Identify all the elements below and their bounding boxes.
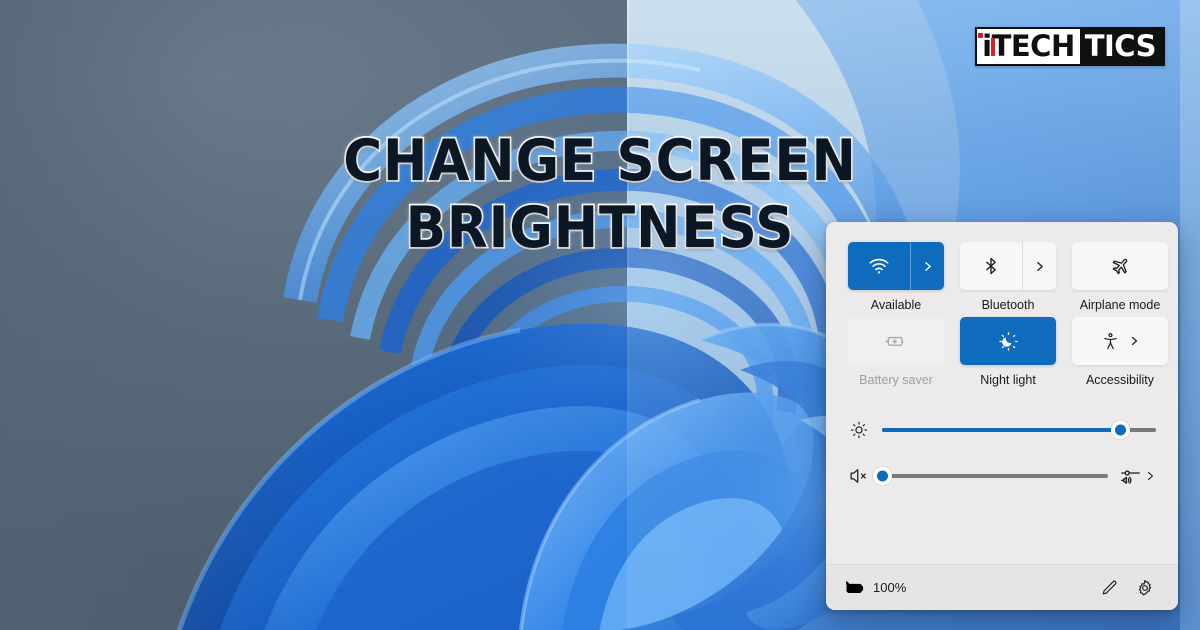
tile-cell-night-light: Night light: [960, 317, 1056, 387]
tile-bluetooth-expand[interactable]: [1022, 242, 1056, 290]
chevron-right-icon: [1131, 336, 1137, 346]
volume-mixer-control[interactable]: [1120, 466, 1156, 487]
brightness-slider-row: [848, 407, 1156, 453]
edit-quick-settings-button[interactable]: [1094, 573, 1124, 603]
tile-accessibility-main[interactable]: [1072, 317, 1168, 365]
itechtics-logo: iTECH TICS: [975, 27, 1165, 66]
tile-cell-bluetooth: Bluetooth: [960, 242, 1056, 312]
airplane-icon: [1112, 258, 1127, 274]
tile-label-battery-saver: Battery saver: [859, 373, 933, 387]
screenshot-canvas: CHANGE SCREEN BRIGHTNESS iTECH TICS Avai…: [0, 0, 1200, 630]
chevron-right-icon: [925, 261, 931, 271]
logo-accent-dot: [978, 33, 984, 38]
audio-mixer-icon: [1121, 469, 1140, 484]
tile-cell-wifi: Available: [848, 242, 944, 312]
tile-bluetooth-main[interactable]: [960, 242, 1022, 290]
brightness-slider-thumb[interactable]: [1110, 420, 1130, 440]
quick-settings-body: Available Bluetooth Airplane mode Batter…: [826, 222, 1178, 564]
tile-label-accessibility: Accessibility: [1085, 373, 1155, 387]
logo-part-light: iTECH: [977, 29, 1080, 64]
open-settings-button[interactable]: [1130, 573, 1160, 603]
tile-label-wifi: Available: [870, 298, 922, 312]
tile-bluetooth[interactable]: [960, 242, 1056, 290]
tile-wifi-main[interactable]: [848, 242, 910, 290]
tile-wifi[interactable]: [848, 242, 944, 290]
brightness-slider-track[interactable]: [882, 420, 1156, 440]
logo-part-light-text: iTECH: [982, 29, 1075, 63]
tile-cell-accessibility: Accessibility: [1072, 317, 1168, 387]
tile-label-bluetooth: Bluetooth: [981, 298, 1035, 312]
battery-charging-icon: [846, 580, 864, 593]
tile-battery-saver-main[interactable]: [848, 317, 944, 365]
tile-wifi-expand[interactable]: [910, 242, 944, 290]
volume-slider-row: [848, 453, 1156, 499]
logo-part-dark: TICS: [1079, 29, 1163, 64]
gear-icon: [1138, 579, 1152, 595]
tile-airplane-mode[interactable]: [1072, 242, 1168, 290]
brightness-icon: [850, 421, 868, 439]
accessibility-icon: [1103, 332, 1117, 349]
tile-battery-saver[interactable]: [848, 317, 944, 365]
brightness-slider-fill: [882, 428, 1121, 432]
tile-night-light[interactable]: [960, 317, 1056, 365]
battery-saver-icon: [885, 336, 904, 346]
battery-percent-label: 100%: [873, 580, 907, 595]
volume-muted-icon: [850, 469, 866, 483]
quick-settings-panel: Available Bluetooth Airplane mode Batter…: [826, 222, 1178, 610]
tile-cell-battery-saver: Battery saver: [848, 317, 944, 387]
tile-label-airplane-mode: Airplane mode: [1079, 298, 1161, 312]
tile-airplane-mode-main[interactable]: [1072, 242, 1168, 290]
volume-slider-track[interactable]: [872, 466, 1108, 486]
pencil-icon: [1102, 580, 1117, 594]
quick-settings-footer: 100%: [826, 564, 1178, 610]
tile-accessibility[interactable]: [1072, 317, 1168, 365]
tile-label-night-light: Night light: [980, 373, 1036, 387]
bluetooth-icon: [986, 257, 996, 275]
wallpaper-left-fade: [0, 0, 330, 630]
logo-accent-bar: [991, 38, 996, 56]
battery-status[interactable]: 100%: [844, 579, 906, 597]
volume-slider-thumb[interactable]: [872, 466, 892, 486]
slider-group: [848, 407, 1156, 499]
tile-cell-airplane-mode: Airplane mode: [1072, 242, 1168, 312]
night-light-icon: [998, 331, 1018, 351]
quick-settings-tile-grid: Available Bluetooth Airplane mode Batter…: [848, 242, 1168, 387]
tile-night-light-main[interactable]: [960, 317, 1056, 365]
volume-icon-wrap[interactable]: [848, 466, 870, 486]
chevron-right-icon: [1037, 261, 1043, 271]
brightness-icon-wrap: [848, 421, 870, 439]
wifi-icon: [869, 258, 889, 274]
chevron-right-icon: [1147, 471, 1154, 481]
